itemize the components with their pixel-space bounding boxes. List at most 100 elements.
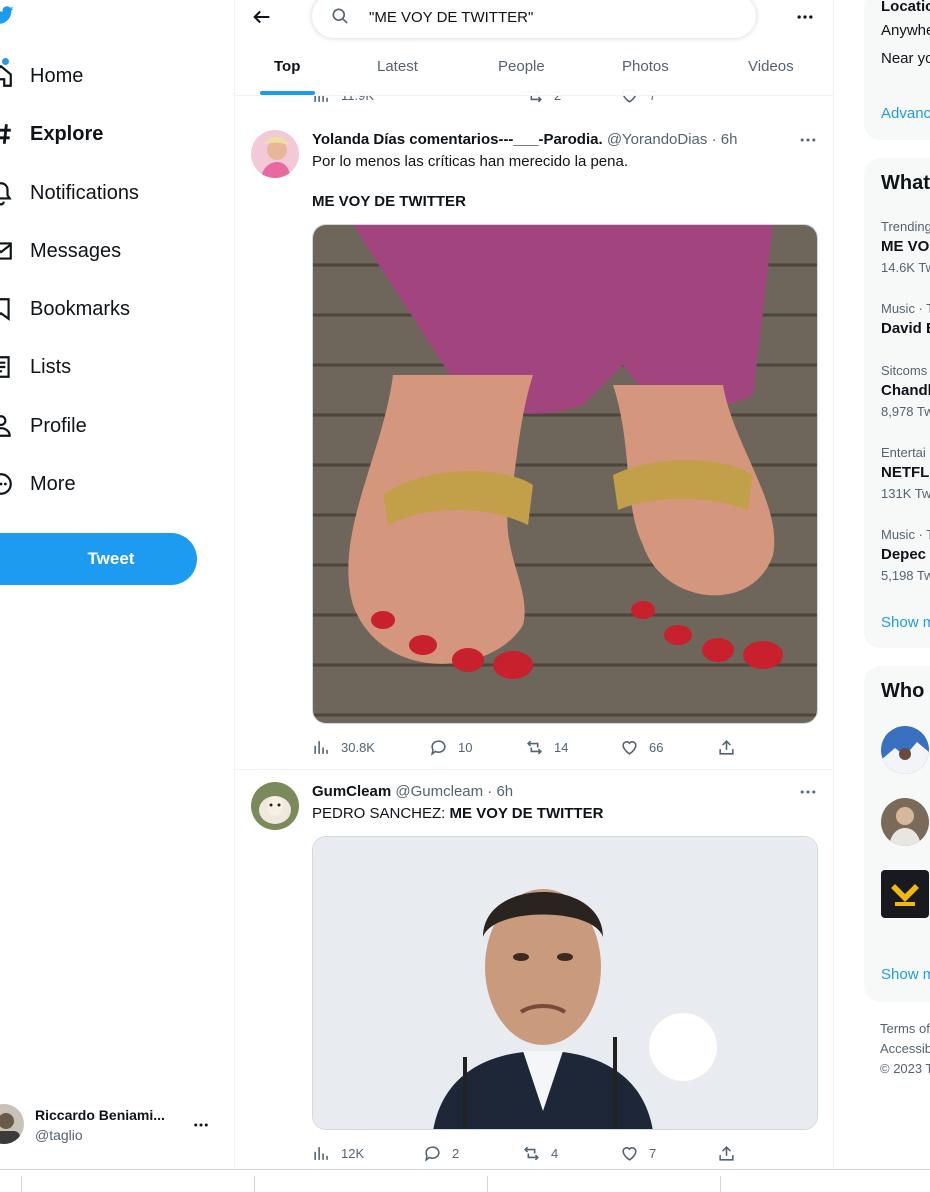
handle[interactable]: @YorandoDias [607, 131, 708, 148]
sidebar-item-label: Explore [30, 122, 104, 145]
avatar[interactable] [881, 726, 929, 774]
search-box[interactable] [312, 0, 756, 38]
views-button[interactable]: 30.8K [312, 738, 375, 757]
envelope-icon [0, 242, 12, 260]
reply-button[interactable]: 10 [429, 738, 472, 757]
retweet-count: 14 [554, 740, 569, 755]
tweet[interactable]: GumCleam @Gumcleam · 6h PEDRO SANCHEZ: M… [235, 770, 833, 1170]
main-timeline: 11.9K 2 7 Top Latest People Photos Video… [234, 0, 834, 1170]
retweet-icon [527, 740, 542, 755]
twitter-bird-logo-icon[interactable] [0, 4, 14, 26]
tweet-image[interactable] [312, 836, 818, 1130]
tweet-text: PEDRO SANCHEZ: ME VOY DE TWITTER [312, 805, 603, 822]
bookmark-icon [0, 298, 10, 321]
location-anywhere-option[interactable]: Anywhe [881, 22, 930, 39]
tweet-text-highlight: ME VOY DE TWITTER [312, 193, 466, 210]
tab-videos[interactable]: Videos [748, 58, 794, 75]
more-horizontal-icon[interactable] [798, 130, 818, 150]
location-near-you-option[interactable]: Near yo [881, 50, 930, 67]
tweet-header: GumCleam @Gumcleam · 6h [312, 783, 513, 800]
sidebar-item-label: More [30, 472, 76, 495]
views-count: 30.8K [341, 740, 375, 755]
avatar[interactable] [251, 782, 299, 830]
tab-top[interactable]: Top [274, 58, 300, 75]
back-arrow-icon[interactable] [251, 6, 273, 28]
tab-people[interactable]: People [498, 58, 545, 75]
handle[interactable]: @Gumcleam [395, 783, 483, 800]
sidebar-item-label: Messages [30, 239, 122, 262]
tweet[interactable]: Yolanda Días comentarios---___-Parodia. … [235, 118, 833, 770]
trend-context: Entertai [881, 445, 926, 460]
views-count: 12K [341, 1146, 365, 1161]
person-icon [0, 415, 11, 437]
reply-count: 10 [458, 740, 473, 755]
like-count: 7 [649, 1146, 657, 1161]
avatar[interactable] [251, 130, 299, 178]
display-name[interactable]: Yolanda Días comentarios---___-Parodia. [312, 131, 603, 148]
retweet-icon [524, 1146, 539, 1161]
home-icon [0, 64, 12, 87]
retweet-button[interactable]: 4 [522, 1144, 558, 1163]
avatar[interactable] [881, 870, 929, 918]
trend-count: 14.6K Tw [881, 260, 930, 275]
account-handle: @taglio [35, 1127, 83, 1143]
search-icon [332, 8, 348, 24]
tab-latest[interactable]: Latest [377, 58, 418, 75]
more-horizontal-icon[interactable] [798, 782, 818, 802]
search-input[interactable] [369, 6, 739, 28]
left-sidebar: Home Explore Notifications Messages Book… [0, 0, 234, 1170]
trend-name[interactable]: Depec [881, 546, 926, 563]
feet-photo [313, 225, 817, 723]
show-more-who-to-follow-link[interactable]: Show m [881, 966, 930, 983]
more-horizontal-icon[interactable] [795, 7, 815, 27]
tweet-header: Yolanda Días comentarios---___-Parodia. … [312, 131, 737, 148]
tweet-text-highlight: ME VOY DE TWITTER [449, 805, 604, 822]
like-button[interactable]: 66 [620, 738, 663, 757]
tweet-text-prefix: PEDRO SANCHEZ: [312, 805, 450, 822]
list-icon [0, 356, 10, 378]
share-button[interactable] [717, 738, 746, 757]
reply-icon [424, 1146, 440, 1162]
trend-name[interactable]: ME VOY [881, 238, 930, 255]
trend-name[interactable]: David B [881, 320, 930, 337]
sidebar-item-label: Home [30, 64, 84, 87]
share-button[interactable] [717, 1144, 746, 1163]
show-more-trends-link[interactable]: Show m [881, 614, 930, 631]
sidebar-item-label: Bookmarks [30, 297, 131, 320]
sidebar-item-label: Profile [30, 414, 87, 437]
footer-terms-link[interactable]: Terms of [880, 1021, 930, 1036]
footer-copyright: © 2023 T [880, 1061, 930, 1076]
footer-accessibility-link[interactable]: Accessib [880, 1041, 930, 1056]
like-count: 66 [649, 740, 664, 755]
chart-icon [314, 741, 328, 754]
trend-name[interactable]: Chandl [881, 382, 930, 399]
trend-name[interactable]: NETFLI [881, 464, 930, 481]
display-name[interactable]: GumCleam [312, 783, 391, 800]
reply-icon [430, 740, 446, 756]
reply-button[interactable]: 2 [423, 1144, 459, 1163]
heart-icon [622, 741, 637, 755]
like-button[interactable]: 7 [620, 1144, 656, 1163]
avatar [0, 1104, 24, 1144]
trend-context: Sitcoms [881, 363, 928, 378]
who-to-follow-title: Who [881, 680, 925, 702]
more-circle-icon [0, 473, 12, 495]
sidebar-item-label: Notifications [30, 181, 139, 204]
account-switcher[interactable]: Riccardo Beniami... @taglio [0, 1100, 220, 1150]
timestamp[interactable]: 6h [721, 131, 738, 148]
views-button[interactable]: 12K [312, 1144, 364, 1163]
advanced-search-link[interactable]: Advanc [881, 105, 930, 122]
trend-context: Trending [881, 219, 930, 234]
tab-photos[interactable]: Photos [622, 58, 669, 75]
reply-count: 2 [452, 1146, 460, 1161]
retweet-button[interactable]: 14 [525, 738, 568, 757]
search-header: Top Latest People Photos Videos [235, 0, 833, 96]
tweet-actions: 12K 2 4 7 [312, 1144, 742, 1164]
more-horizontal-icon[interactable] [192, 1116, 210, 1134]
timestamp[interactable]: 6h [496, 783, 513, 800]
hashtag-icon [0, 124, 11, 144]
tweet-image[interactable] [312, 224, 818, 724]
tweet-button[interactable]: Tweet [0, 533, 197, 585]
avatar[interactable] [881, 798, 929, 846]
bell-icon [0, 182, 12, 206]
